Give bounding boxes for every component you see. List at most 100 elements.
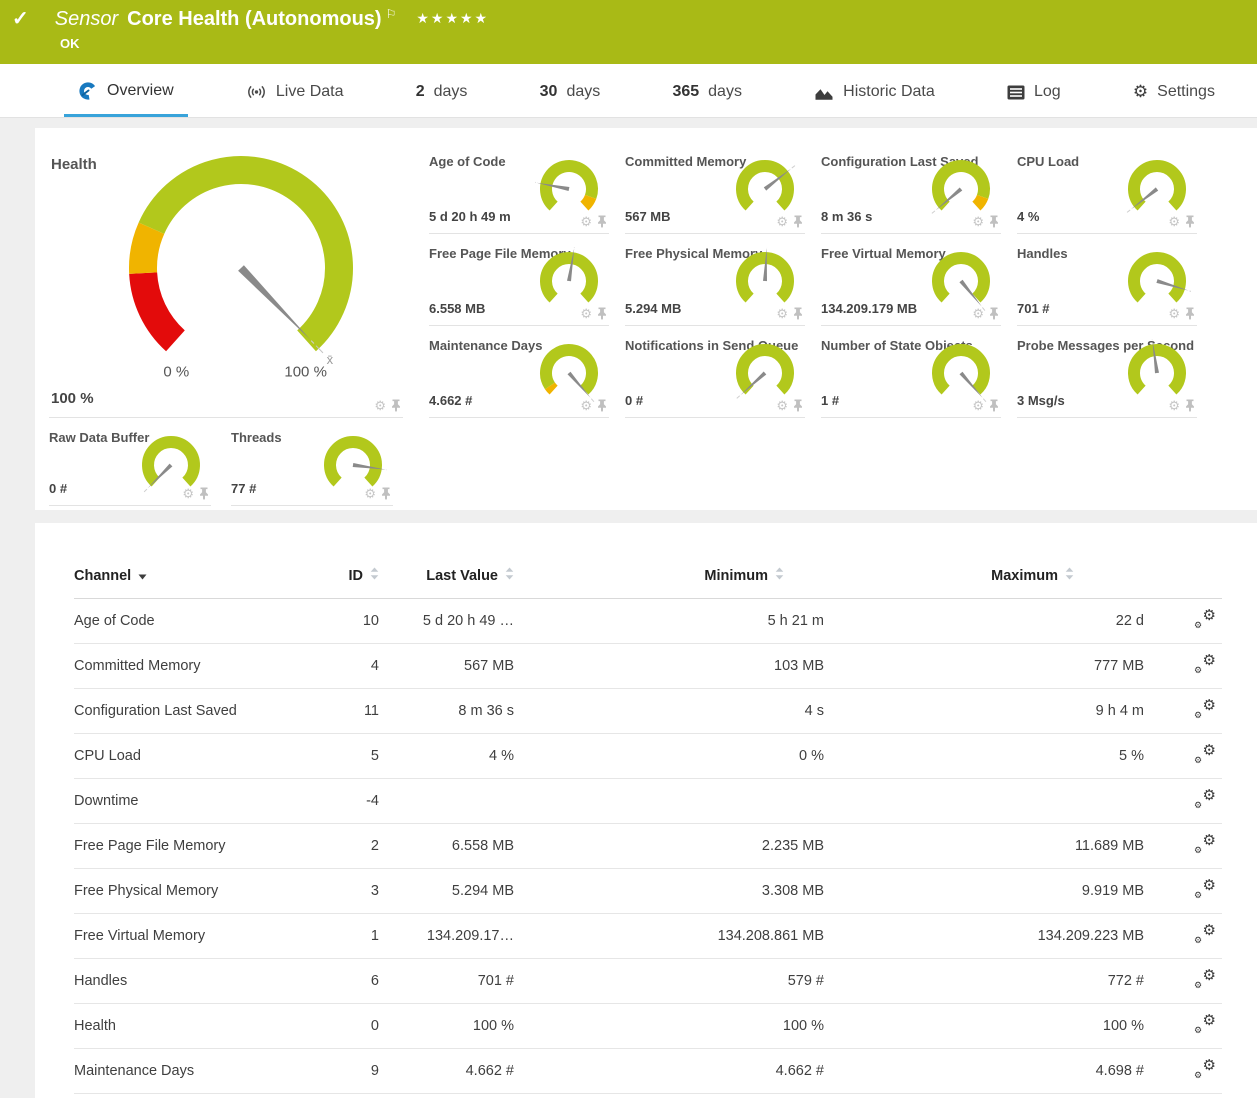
tab-label: Historic Data — [843, 83, 935, 101]
gauge-actions: ⚙ — [182, 487, 209, 500]
channel-gauge[interactable] — [535, 339, 603, 407]
tab-days-365[interactable]: 365days — [658, 83, 756, 117]
column-header-last-value[interactable]: Last Value — [379, 561, 514, 599]
pin-icon — [1185, 215, 1195, 228]
gauge-pin-icon[interactable] — [1185, 215, 1195, 228]
sort-indicator — [138, 568, 147, 584]
cell-id: 6 — [324, 959, 379, 1004]
gauge-pin-icon[interactable] — [1185, 307, 1195, 320]
gauge-max-label: 100 % — [284, 363, 327, 380]
channel-gauge[interactable] — [731, 339, 799, 407]
gear-small-icon: ⚙ — [1194, 846, 1202, 855]
health-gauge[interactable]: x̄0 %100 % — [81, 148, 401, 396]
gauge-gear-icon[interactable]: ⚙ — [1168, 400, 1180, 412]
channel-gauge[interactable] — [1123, 339, 1191, 407]
column-header-id[interactable]: ID — [324, 561, 379, 599]
pin-icon — [597, 215, 607, 228]
gauge-gear-icon[interactable]: ⚙ — [972, 216, 984, 228]
channel-settings-button[interactable]: ⚙⚙ — [1194, 925, 1216, 943]
channel-gauge[interactable] — [927, 339, 995, 407]
gauge-gear-icon[interactable]: ⚙ — [972, 400, 984, 412]
gauge-pin-icon[interactable] — [381, 487, 391, 500]
channel-settings-button[interactable]: ⚙⚙ — [1194, 835, 1216, 853]
gauge-gear-icon[interactable]: ⚙ — [776, 400, 788, 412]
channel-gauge[interactable] — [1123, 155, 1191, 223]
cell-channel: Handles — [74, 959, 324, 1004]
tab-days-2[interactable]: 2days — [402, 83, 482, 117]
gauge-gear-icon[interactable]: ⚙ — [182, 488, 194, 500]
gauge-gear-icon[interactable]: ⚙ — [776, 216, 788, 228]
gear-small-icon: ⚙ — [1194, 891, 1202, 900]
gauge-gear-icon[interactable]: ⚙ — [1168, 308, 1180, 320]
channel-settings-button[interactable]: ⚙⚙ — [1194, 610, 1216, 628]
cell-minimum: 4.662 # — [514, 1049, 824, 1094]
gauge-pin-icon[interactable] — [793, 399, 803, 412]
pin-icon — [597, 307, 607, 320]
channel-gauge[interactable] — [535, 247, 603, 315]
channel-gauge[interactable] — [535, 155, 603, 223]
tab-log[interactable]: Log — [993, 83, 1075, 117]
gauge-gear-icon[interactable]: ⚙ — [972, 308, 984, 320]
tab-days-30[interactable]: 30days — [526, 83, 615, 117]
gauge-pin-icon[interactable] — [989, 399, 999, 412]
gauge-pin-icon[interactable] — [793, 307, 803, 320]
column-header-maximum[interactable]: Maximum — [824, 561, 1144, 599]
column-header-channel[interactable]: Channel — [74, 561, 324, 599]
gauge-pin-icon[interactable] — [989, 307, 999, 320]
gauge-gear-icon[interactable]: ⚙ — [580, 308, 592, 320]
cell-minimum: 134.208.861 MB — [514, 914, 824, 959]
gauge-cell: Probe Messages per Second3 Msg/s⚙ — [1017, 326, 1197, 418]
gear-small-icon: ⚙ — [1194, 711, 1202, 720]
gauge-gear-icon[interactable]: ⚙ — [364, 488, 376, 500]
priority-stars[interactable]: ★★★★★ — [416, 10, 489, 27]
channel-settings-button[interactable]: ⚙⚙ — [1194, 700, 1216, 718]
gear-small-icon: ⚙ — [1194, 621, 1202, 630]
settings-gear-icon: ⚙ — [1133, 85, 1148, 99]
gauge-gear-icon[interactable]: ⚙ — [580, 400, 592, 412]
gauge-gear-icon[interactable]: ⚙ — [374, 400, 386, 412]
cell-actions: ⚙⚙ — [1144, 959, 1222, 1004]
gauge-actions: ⚙ — [364, 487, 391, 500]
column-label: Channel — [74, 568, 131, 584]
channel-settings-button[interactable]: ⚙⚙ — [1194, 970, 1216, 988]
tab-live-data[interactable]: Live Data — [232, 83, 358, 117]
gauge-pin-icon[interactable] — [597, 307, 607, 320]
gauge-pin-icon[interactable] — [989, 215, 999, 228]
channel-gauge[interactable] — [731, 247, 799, 315]
gauge-pin-icon[interactable] — [793, 215, 803, 228]
cell-maximum: 772 # — [824, 959, 1144, 1004]
gauge-gear-icon[interactable]: ⚙ — [580, 216, 592, 228]
cell-id: 10 — [324, 599, 379, 644]
column-header-minimum[interactable]: Minimum — [514, 561, 824, 599]
gauge-actions: ⚙ — [580, 399, 607, 412]
gauge-pin-icon[interactable] — [391, 399, 401, 412]
channel-settings-button[interactable]: ⚙⚙ — [1194, 1015, 1216, 1033]
channel-gauge[interactable] — [1123, 247, 1191, 315]
gauge-pin-icon[interactable] — [199, 487, 209, 500]
gauge-pin-icon[interactable] — [1185, 399, 1195, 412]
gauge-cell: Free Physical Memory5.294 MB⚙ — [625, 234, 805, 326]
tab-settings[interactable]: ⚙Settings — [1119, 83, 1229, 117]
column-header-actions — [1144, 561, 1222, 599]
gauge-title: CPU Load — [1017, 154, 1079, 169]
gauge-pin-icon[interactable] — [597, 399, 607, 412]
gauge-gear-icon[interactable]: ⚙ — [776, 308, 788, 320]
cell-last-value: 6.558 MB — [379, 824, 514, 869]
channel-settings-button[interactable]: ⚙⚙ — [1194, 745, 1216, 763]
channel-settings-button[interactable]: ⚙⚙ — [1194, 880, 1216, 898]
cell-minimum: 3.308 MB — [514, 869, 824, 914]
channel-settings-button[interactable]: ⚙⚙ — [1194, 655, 1216, 673]
channel-gauge[interactable] — [927, 247, 995, 315]
tab-historic-data[interactable]: Historic Data — [800, 83, 949, 117]
channel-gauge[interactable] — [927, 155, 995, 223]
flag-icon[interactable]: ⚐ — [386, 7, 397, 21]
gauge-gear-icon[interactable]: ⚙ — [1168, 216, 1180, 228]
channel-settings-button[interactable]: ⚙⚙ — [1194, 1060, 1216, 1078]
channel-gauge[interactable] — [731, 155, 799, 223]
tab-overview[interactable]: Overview — [64, 81, 188, 117]
cell-channel: Configuration Last Saved — [74, 689, 324, 734]
channel-settings-button[interactable]: ⚙⚙ — [1194, 790, 1216, 808]
cell-last-value: 134.209.17… — [379, 914, 514, 959]
gauge-pin-icon[interactable] — [597, 215, 607, 228]
gauge-actions: ⚙ — [972, 399, 999, 412]
